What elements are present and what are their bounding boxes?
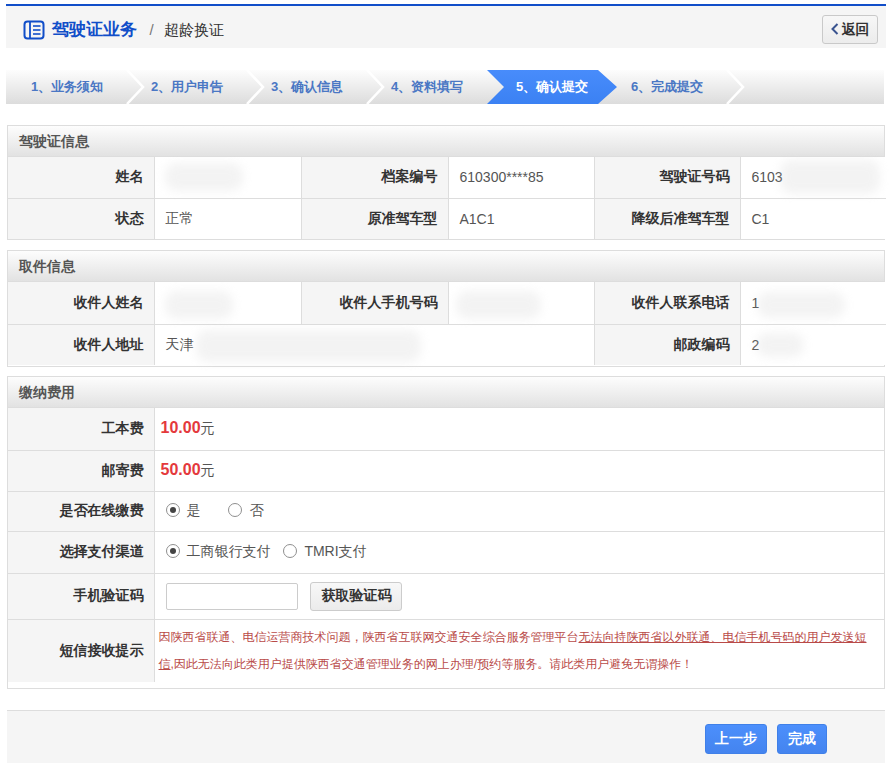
channel-options: 工商银行支付 TMRI支付 bbox=[154, 531, 884, 573]
fee1-unit: 元 bbox=[201, 420, 215, 436]
redaction-blur-mobile bbox=[456, 291, 541, 319]
payment-title: 缴纳费用 bbox=[8, 377, 884, 408]
down-class-value: C1 bbox=[740, 198, 886, 239]
page-subtitle: 超龄换证 bbox=[164, 21, 224, 38]
table-row: 短信接收提示 因陕西省联通、电信运营商技术问题，陕西省互联网交通安全综合服务管理… bbox=[8, 619, 884, 682]
license-info-section: 驾驶证信息 姓名 档案编号 610300****85 驾驶证号码 6103 状态… bbox=[7, 125, 885, 240]
archive-no-value: 610300****85 bbox=[448, 157, 594, 198]
channel-tmri-label: TMRI支付 bbox=[304, 543, 366, 559]
sms-notice-line2: 信,因此无法向此类用户提供陕西省交通管理业务的网上办理/预约等服务。请此类用户避… bbox=[159, 651, 885, 678]
payment-table: 工本费 10.00元 邮寄费 50.00元 是否在线缴费 是 否 选择支付渠道 bbox=[8, 408, 884, 682]
back-chevron-icon bbox=[831, 23, 839, 35]
table-row: 状态 正常 原准驾车型 A1C1 降级后准驾车型 C1 bbox=[8, 198, 886, 239]
sms-notice-line1: 因陕西省联通、电信运营商技术问题，陕西省互联网交通安全综合服务管理平台无法向持陕… bbox=[159, 624, 885, 651]
breadcrumb-divider: / bbox=[149, 21, 153, 38]
postcode-label: 邮政编码 bbox=[594, 324, 740, 365]
table-row: 收件人地址 天津 邮政编码 2 bbox=[8, 324, 886, 365]
sms-code-cell: 获取验证码 bbox=[154, 573, 884, 619]
online-no-label: 否 bbox=[249, 502, 263, 518]
page-title: 驾驶证业务 bbox=[52, 20, 137, 39]
step-3: 3、确认信息 bbox=[247, 70, 367, 104]
fee2-amount: 50.00 bbox=[161, 461, 201, 478]
redaction-blur-address bbox=[196, 330, 421, 362]
table-row: 姓名 档案编号 610300****85 驾驶证号码 6103 bbox=[8, 157, 886, 198]
archive-no-label: 档案编号 bbox=[301, 157, 448, 198]
prev-step-button[interactable]: 上一步 bbox=[705, 724, 767, 754]
status-label: 状态 bbox=[8, 198, 154, 239]
table-row: 手机验证码 获取验证码 bbox=[8, 573, 884, 619]
step-2: 2、用户申告 bbox=[127, 70, 247, 104]
pickup-info-title: 取件信息 bbox=[8, 251, 884, 282]
table-row: 收件人姓名 收件人手机号码 收件人联系电话 1 bbox=[8, 282, 886, 324]
fee2-unit: 元 bbox=[201, 462, 215, 478]
down-class-label: 降级后准驾车型 bbox=[594, 198, 740, 239]
online-pay-label: 是否在线缴费 bbox=[8, 491, 154, 531]
fee1-label: 工本费 bbox=[8, 408, 154, 450]
recipient-phone-label: 收件人联系电话 bbox=[594, 282, 740, 324]
online-pay-options: 是 否 bbox=[154, 491, 884, 531]
breadcrumb: 驾驶证业务 / 超龄换证 bbox=[52, 9, 224, 51]
table-row: 工本费 10.00元 bbox=[8, 408, 884, 450]
redaction-blur-postcode bbox=[756, 333, 804, 357]
get-code-button[interactable]: 获取验证码 bbox=[310, 582, 402, 611]
online-yes-label: 是 bbox=[187, 502, 201, 518]
redaction-blur-recipient-name bbox=[165, 291, 233, 319]
sms-notice-cell: 因陕西省联通、电信运营商技术问题，陕西省互联网交通安全综合服务管理平台无法向持陕… bbox=[154, 619, 884, 682]
online-no-radio[interactable] bbox=[228, 503, 242, 517]
status-value: 正常 bbox=[154, 198, 301, 239]
redaction-blur-license-no bbox=[780, 160, 880, 194]
online-yes-radio[interactable] bbox=[166, 503, 180, 517]
channel-icbc-label: 工商银行支付 bbox=[187, 543, 271, 559]
fee2-value: 50.00元 bbox=[154, 450, 884, 491]
channel-label: 选择支付渠道 bbox=[8, 531, 154, 573]
pickup-info-table: 收件人姓名 收件人手机号码 收件人联系电话 1 收件人地址 天津 邮政编码 2 bbox=[8, 282, 886, 365]
license-no-label: 驾驶证号码 bbox=[594, 157, 740, 198]
channel-icbc-radio[interactable] bbox=[166, 544, 180, 558]
table-row: 是否在线缴费 是 否 bbox=[8, 491, 884, 531]
pickup-info-section: 取件信息 收件人姓名 收件人手机号码 收件人联系电话 1 收件人地址 天津 邮政… bbox=[7, 250, 885, 367]
redaction-blur-name bbox=[165, 163, 243, 191]
license-info-title: 驾驶证信息 bbox=[8, 126, 884, 157]
footer-bar: 上一步 完成 bbox=[7, 710, 885, 763]
sms-code-input[interactable] bbox=[166, 583, 298, 610]
channel-tmri-radio[interactable] bbox=[283, 544, 297, 558]
step-progress-bar: 1、业务须知 2、用户申告 3、确认信息 4、资料填写 5、确认提交 6、完成提… bbox=[6, 70, 884, 104]
license-info-table: 姓名 档案编号 610300****85 驾驶证号码 6103 状态 正常 原准… bbox=[8, 157, 886, 239]
fee2-label: 邮寄费 bbox=[8, 450, 154, 491]
recipient-address-label: 收件人地址 bbox=[8, 324, 154, 365]
sms-notice-label: 短信接收提示 bbox=[8, 619, 154, 682]
page: 驾驶证业务 / 超龄换证 返回 1、业务须知 2、用户申告 3、确认信息 4、资… bbox=[0, 0, 890, 769]
back-button-label: 返回 bbox=[842, 21, 870, 37]
recipient-name-label: 收件人姓名 bbox=[8, 282, 154, 324]
page-header: 驾驶证业务 / 超龄换证 返回 bbox=[6, 4, 886, 48]
step-6: 6、完成提交 bbox=[607, 70, 727, 104]
step-4: 4、资料填写 bbox=[367, 70, 487, 104]
step-1: 1、业务须知 bbox=[7, 70, 127, 104]
payment-section: 缴纳费用 工本费 10.00元 邮寄费 50.00元 是否在线缴费 是 否 bbox=[7, 376, 885, 689]
redaction-blur-phone bbox=[757, 292, 845, 318]
table-row: 邮寄费 50.00元 bbox=[8, 450, 884, 491]
license-menu-icon bbox=[23, 19, 45, 41]
recipient-mobile-label: 收件人手机号码 bbox=[301, 282, 448, 324]
fee1-value: 10.00元 bbox=[154, 408, 884, 450]
name-label: 姓名 bbox=[8, 157, 154, 198]
step-5-active: 5、确认提交 bbox=[487, 70, 617, 104]
done-button[interactable]: 完成 bbox=[777, 724, 827, 754]
back-button[interactable]: 返回 bbox=[822, 15, 878, 44]
fee1-amount: 10.00 bbox=[161, 419, 201, 436]
table-row: 选择支付渠道 工商银行支付 TMRI支付 bbox=[8, 531, 884, 573]
orig-class-value: A1C1 bbox=[448, 198, 594, 239]
orig-class-label: 原准驾车型 bbox=[301, 198, 448, 239]
sms-code-label: 手机验证码 bbox=[8, 573, 154, 619]
